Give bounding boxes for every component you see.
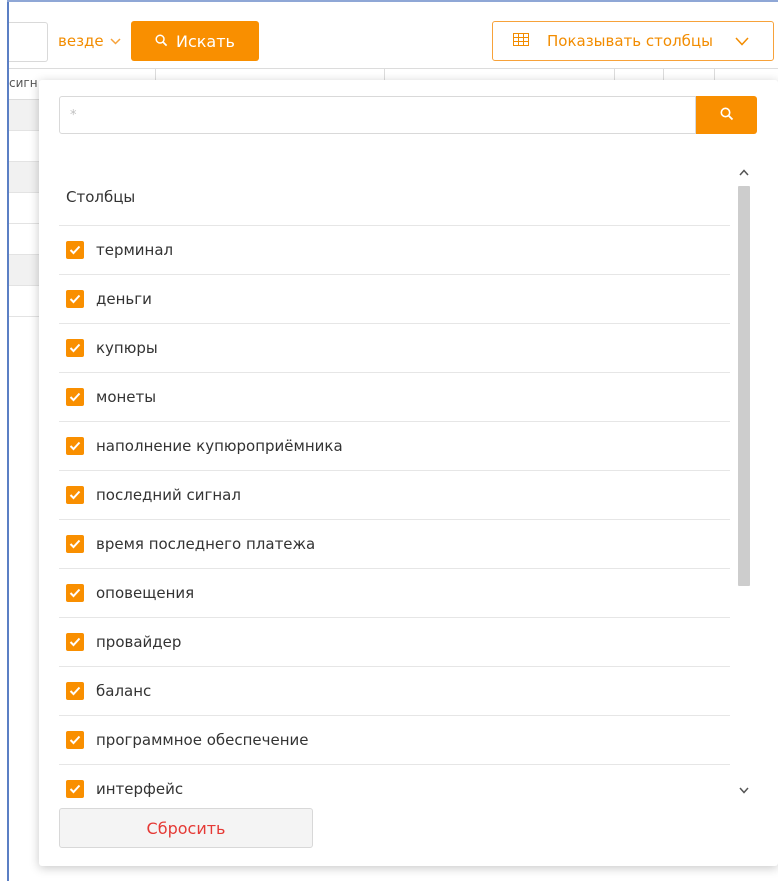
column-option-provider[interactable]: провайдер — [59, 618, 730, 667]
column-option-label: купюры — [96, 339, 158, 357]
scroll-up-arrow-icon[interactable] — [736, 164, 752, 180]
columns-filter-search-button[interactable] — [696, 96, 757, 134]
show-columns-label: Показывать столбцы — [547, 32, 713, 50]
column-option-label: время последнего платежа — [96, 535, 316, 553]
column-checkbox[interactable] — [66, 633, 84, 651]
column-option-label: последний сигнал — [96, 486, 241, 504]
check-icon — [69, 294, 81, 304]
window-frame-top — [7, 0, 778, 2]
column-option-money[interactable]: деньги — [59, 275, 730, 324]
check-icon — [69, 441, 81, 451]
check-icon — [69, 343, 81, 353]
column-option-balance[interactable]: баланс — [59, 667, 730, 716]
chevron-down-icon — [735, 32, 749, 50]
column-checkbox[interactable] — [66, 584, 84, 602]
column-option-coins[interactable]: монеты — [59, 373, 730, 422]
column-option-label: монеты — [96, 388, 157, 406]
check-icon — [69, 392, 81, 402]
column-checkbox[interactable] — [66, 339, 84, 357]
column-checkbox[interactable] — [66, 290, 84, 308]
column-option-label: баланс — [96, 682, 152, 700]
column-checkbox[interactable] — [66, 535, 84, 553]
columns-list-scrollbar[interactable] — [736, 164, 752, 798]
search-button-label: Искать — [176, 31, 235, 51]
check-icon — [69, 784, 81, 794]
column-option-label: провайдер — [96, 633, 182, 651]
check-icon — [69, 588, 81, 598]
columns-dropdown-panel: Столбцы терминал деньги купюры монеты на… — [39, 80, 778, 866]
check-icon — [69, 686, 81, 696]
check-icon — [69, 637, 81, 647]
columns-filter-input[interactable] — [59, 96, 696, 134]
column-option-label: оповещения — [96, 584, 195, 602]
column-checkbox[interactable] — [66, 241, 84, 259]
column-option-label: наполнение купюроприёмника — [96, 437, 343, 455]
column-option-label: программное обеспечение — [96, 731, 309, 749]
check-icon — [69, 245, 81, 255]
column-option-label: интерфейс — [96, 780, 184, 798]
column-checkbox[interactable] — [66, 780, 84, 798]
column-checkbox[interactable] — [66, 437, 84, 455]
check-icon — [69, 539, 81, 549]
column-option-notifications[interactable]: оповещения — [59, 569, 730, 618]
columns-list: Столбцы терминал деньги купюры монеты на… — [59, 162, 730, 798]
grid-icon — [513, 32, 529, 50]
check-icon — [69, 735, 81, 745]
column-option-label: деньги — [96, 290, 152, 308]
column-option-software[interactable]: программное обеспечение — [59, 716, 730, 765]
column-option-interface[interactable]: интерфейс — [59, 765, 730, 798]
check-icon — [69, 490, 81, 500]
search-input[interactable] — [9, 22, 48, 62]
scrollbar-thumb[interactable] — [738, 186, 750, 586]
search-icon — [155, 32, 168, 51]
column-option-banknotes[interactable]: купюры — [59, 324, 730, 373]
reset-button[interactable]: Сбросить — [59, 808, 313, 848]
scope-label: везде — [58, 32, 104, 50]
column-checkbox[interactable] — [66, 731, 84, 749]
column-checkbox[interactable] — [66, 388, 84, 406]
column-option-acceptor-fill[interactable]: наполнение купюроприёмника — [59, 422, 730, 471]
column-option-last-signal[interactable]: последний сигнал — [59, 471, 730, 520]
table-header-cell: сигн — [9, 76, 38, 90]
column-checkbox[interactable] — [66, 486, 84, 504]
scope-dropdown[interactable]: везде — [58, 32, 121, 50]
column-option-last-payment-time[interactable]: время последнего платежа — [59, 520, 730, 569]
search-icon — [720, 106, 734, 125]
column-option-terminal[interactable]: терминал — [59, 226, 730, 275]
chevron-down-icon — [110, 34, 121, 48]
search-button[interactable]: Искать — [131, 21, 259, 61]
show-columns-button[interactable]: Показывать столбцы — [492, 21, 774, 61]
columns-list-title: Столбцы — [66, 188, 136, 206]
column-option-label: терминал — [96, 241, 174, 259]
column-checkbox[interactable] — [66, 682, 84, 700]
scroll-down-arrow-icon[interactable] — [736, 782, 752, 798]
